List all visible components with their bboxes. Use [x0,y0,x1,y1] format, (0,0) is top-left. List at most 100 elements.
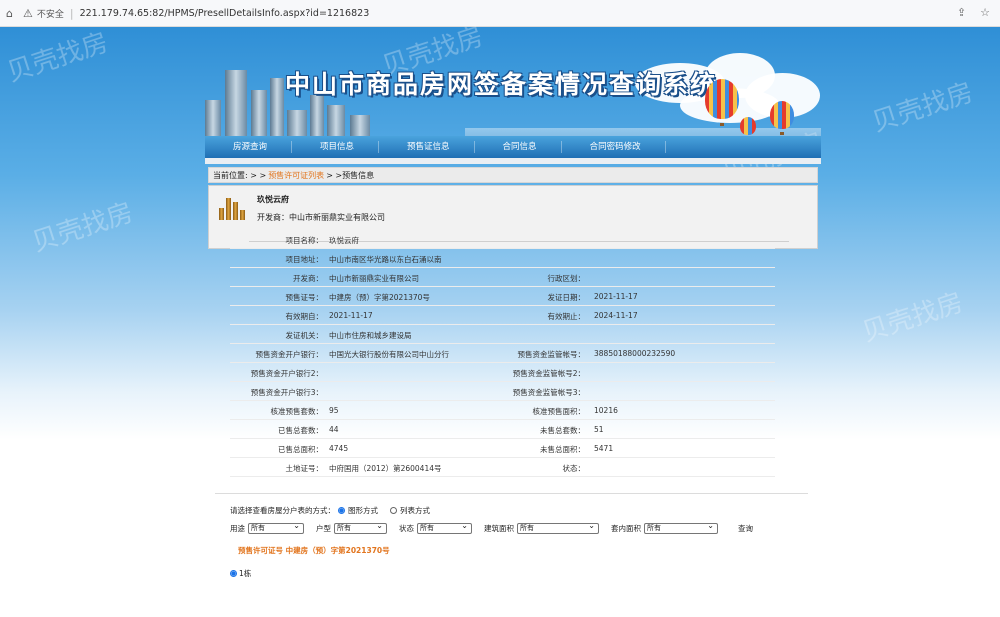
project-name: 玖悦云府 [257,195,289,204]
detail-label: 发证机关： [285,331,324,340]
radio-graphic-label[interactable]: 图形方式 [348,505,378,516]
balloon-basket [780,132,784,135]
filter-layout-select[interactable]: 所有 [334,521,387,534]
detail-label: 预售资金开户银行3： [250,388,323,397]
detail-label: 预售资金监管帐号2： [512,369,585,378]
breadcrumb-link-permit-list[interactable]: 预售许可证列表 [268,170,324,181]
nav-spacer [205,158,821,164]
detail-row: 开发商： 中山市新丽鼎实业有限公司 行政区划： [230,268,775,287]
detail-label: 项目地址： [285,255,324,264]
detail-value: 中府国用（2012）第2600414号 [329,464,442,473]
filter-layout-label: 户型 [316,524,331,533]
detail-value: 5471 [594,444,614,453]
browser-toolbar: ⌂ ⚠ 不安全 | 221.179.74.65:82/HPMS/PresellD… [0,0,1000,27]
hot-air-balloon-icon [770,101,794,129]
filter-build-area-select[interactable]: 所有 [517,521,599,534]
radio-list-label[interactable]: 列表方式 [400,505,430,516]
filter-build-area-label: 建筑面积 [484,524,514,533]
detail-row: 项目地址： 中山市南区华光路以东白石涌以南 [230,249,775,268]
detail-label: 有效期自： [285,312,324,321]
watermark: 贝壳找房 [868,77,977,139]
balloon-basket [720,123,724,126]
detail-label: 预售资金监管帐号3： [512,388,585,397]
developer-name: 开发商：中山市新丽鼎实业有限公司 [257,213,385,222]
nav-presale-permit[interactable]: 预售证信息 [379,141,475,153]
watermark: 贝壳找房 [3,27,112,89]
view-mode-prompt: 请选择查看房屋分户表的方式： [230,506,335,515]
detail-value: 中山市南区华光路以东白石涌以南 [329,255,442,264]
detail-value: 中山市住房和城乡建设局 [329,331,412,340]
radio-list-mode[interactable] [390,507,397,514]
bookmark-star-icon[interactable]: ☆ [980,6,990,19]
nav-contract-info[interactable]: 合同信息 [475,141,562,153]
radio-graphic-mode[interactable] [338,507,345,514]
detail-value: 44 [329,425,339,434]
detail-value: 中建房（预）字第2021370号 [329,293,430,302]
query-button[interactable]: 查询 [738,523,753,534]
presale-details-table: 项目名称： 玖悦云府 项目地址： 中山市南区华光路以东白石涌以南 开发商： 中山市新丽鼎实… [230,230,775,477]
detail-label: 项目名称： [285,236,324,245]
permit-number-heading: 预售许可证号 中建房（预）字第2021370号 [238,546,390,555]
detail-label: 开发商： [293,274,323,283]
detail-row: 已售总面积： 4745 未售总面积： 5471 [230,439,775,458]
watermark: 贝壳找房 [28,197,137,259]
detail-row: 发证机关： 中山市住房和城乡建设局 [230,325,775,344]
detail-label: 状态： [562,464,586,473]
detail-label: 已售总面积： [278,445,323,454]
filter-inner-area-label: 套内面积 [611,524,641,533]
detail-label: 已售总套数： [278,426,323,435]
warning-icon[interactable]: ⚠ [23,7,33,20]
detail-row: 预售资金开户银行3： 预售资金监管帐号3： [230,382,775,401]
detail-value: 中山市新丽鼎实业有限公司 [329,274,419,283]
detail-value: 38850188000232590 [594,349,676,358]
detail-row: 预售资金开户银行2： 预售资金监管帐号2： [230,363,775,382]
header-banner: 中山市商品房网签备案情况查询系统 [205,43,821,150]
detail-value: 10216 [594,406,618,415]
detail-label: 未售总面积： [540,445,585,454]
filter-status-select[interactable]: 所有 [417,521,472,534]
breadcrumb: 当前位置: > > 预售许可证列表 > >预售信息 [208,167,818,183]
detail-value: 2024-11-17 [594,311,638,320]
detail-label: 核准预售套数： [270,407,324,416]
detail-label: 预售资金开户银行2： [250,369,323,378]
detail-value: 中国光大银行股份有限公司中山分行 [329,350,449,359]
detail-label: 预售证号： [285,293,324,302]
nav-change-password[interactable]: 合同密码修改 [562,141,666,153]
view-mode-selector: 请选择查看房屋分户表的方式： 图形方式 列表方式 [230,505,430,516]
detail-label: 未售总套数： [540,426,585,435]
share-icon[interactable]: ⇪ [957,6,966,19]
url-separator: | [69,6,74,20]
filter-inner-area-select[interactable]: 所有 [644,521,718,534]
detail-row: 有效期自： 2021-11-17 有效期止： 2024-11-17 [230,306,775,325]
nav-project-info[interactable]: 项目信息 [292,141,380,153]
filter-usage-select[interactable]: 所有 [248,521,304,534]
detail-row: 预售证号： 中建房（预）字第2021370号 发证日期： 2021-11-17 [230,287,775,306]
detail-value: 4745 [329,444,349,453]
detail-row: 土地证号： 中府国用（2012）第2600414号 状态： [230,458,775,477]
radio-building-1[interactable] [230,570,237,577]
watermark: 贝壳找房 [858,287,967,349]
detail-row: 已售总套数： 44 未售总套数： 51 [230,420,775,439]
detail-label: 预售资金监管帐号： [517,350,586,359]
security-label[interactable]: 不安全 [37,7,64,20]
address-bar[interactable]: 221.179.74.65:82/HPMS/PresellDetailsInfo… [80,8,370,19]
breadcrumb-prefix: 当前位置: > > [213,170,267,180]
hot-air-balloon-icon [705,79,739,119]
detail-value: 95 [329,406,339,415]
breadcrumb-current: > >预售信息 [326,170,375,180]
system-title: 中山市商品房网签备案情况查询系统 [285,70,718,99]
building-selector: 1栋 [230,568,251,579]
hot-air-balloon-icon [740,117,756,135]
nav-house-search[interactable]: 房源查询 [205,141,293,153]
detail-label: 核准预售面积： [532,407,586,416]
building-label[interactable]: 1栋 [239,568,251,579]
detail-label: 行政区划： [547,274,586,283]
detail-value: 2021-11-17 [329,311,373,320]
filter-bar: 用途 所有 户型 所有 状态 所有 建筑面积 所有 套内面积 所有 查询 [230,521,753,534]
section-divider [215,493,808,494]
filter-usage-label: 用途 [230,524,245,533]
detail-label: 土地证号： [285,464,324,473]
home-icon[interactable]: ⌂ [6,7,13,20]
detail-value: 51 [594,425,604,434]
detail-label: 发证日期： [547,293,586,302]
